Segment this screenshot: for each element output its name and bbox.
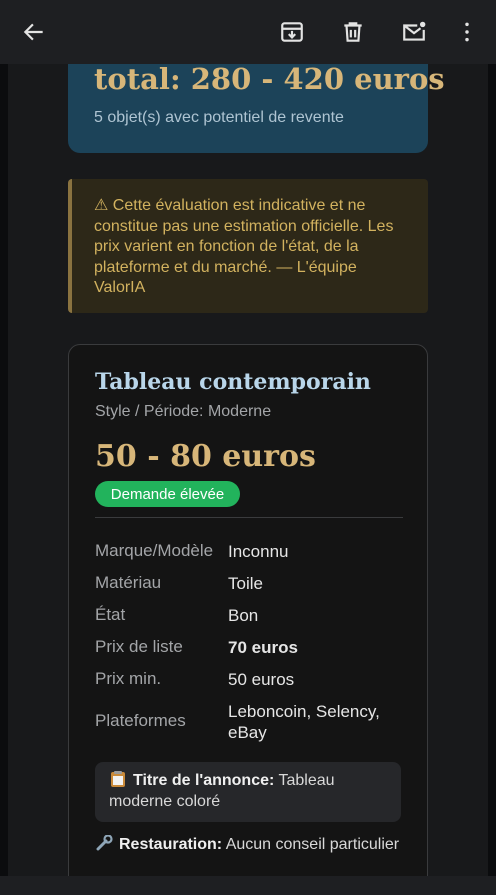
item-price-range: 50 - 80 euros — [95, 439, 316, 474]
item-title: Tableau contemporain — [95, 369, 371, 395]
restoration-advice: Restauration: Aucun conseil particulier — [95, 835, 401, 856]
divider — [95, 517, 403, 518]
estimate-subtitle: 5 objet(s) avec potentiel de revente — [94, 109, 344, 126]
email-body[interactable]: total: 280 - 420 euros 5 objet(s) avec p… — [8, 64, 488, 876]
bottom-bar — [0, 876, 496, 895]
delete-button[interactable] — [331, 10, 375, 54]
estimate-total: total: 280 - 420 euros — [94, 64, 445, 96]
wrench-icon — [96, 835, 113, 851]
detail-label: Prix min. — [95, 669, 162, 688]
arrow-left-icon — [23, 23, 43, 41]
listing-label: Titre de l'annonce: — [133, 772, 275, 789]
mark-unread-mail-icon — [403, 21, 426, 41]
item-card: Tableau contemporain Style / Période: Mo… — [68, 344, 428, 876]
archive-icon — [281, 22, 303, 42]
back-button[interactable] — [12, 10, 56, 54]
more-options-button[interactable] — [445, 10, 489, 54]
detail-label: Matériau — [95, 573, 162, 592]
estimate-summary-card: total: 280 - 420 euros 5 objet(s) avec p… — [68, 64, 445, 153]
mark-unread-button[interactable] — [392, 10, 436, 54]
archive-button[interactable] — [270, 10, 314, 54]
listing-title-box: Titre de l'annonce: Tableau moderne colo… — [95, 762, 401, 822]
detail-value: Bon — [228, 606, 259, 625]
disclaimer-box: ⚠ Cette évaluation est indicative et ne … — [68, 179, 428, 313]
item-period: Style / Période: Moderne — [95, 403, 272, 420]
clipboard-icon — [111, 771, 125, 787]
detail-label: Prix de liste — [95, 637, 183, 656]
detail-value: 50 euros — [228, 670, 295, 689]
detail-label: État — [95, 605, 126, 624]
detail-value: Toile — [228, 574, 263, 593]
app-toolbar — [0, 0, 496, 64]
detail-value: Leboncoin, Selency, eBay — [228, 702, 380, 742]
disclaimer-text: ⚠ Cette évaluation est indicative et ne … — [94, 197, 394, 296]
detail-value: 70 euros — [228, 638, 298, 657]
detail-label: Plateformes — [95, 711, 186, 730]
demand-badge: Demande élevée — [95, 481, 240, 507]
more-vert-icon — [465, 22, 469, 42]
restoration-value: Aucun conseil particulier — [225, 836, 400, 853]
detail-value: Inconnu — [228, 542, 289, 561]
restoration-label: Restauration: — [119, 836, 223, 853]
trash-icon — [344, 22, 362, 42]
detail-label: Marque/Modèle — [95, 541, 214, 560]
